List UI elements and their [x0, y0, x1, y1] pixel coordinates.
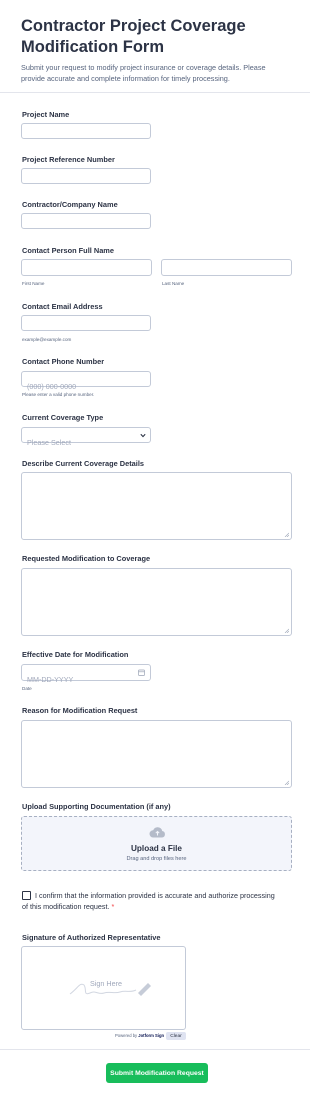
resize-grip-icon[interactable]	[284, 780, 289, 785]
reason-textarea[interactable]	[21, 720, 292, 788]
required-asterisk: *	[111, 902, 115, 911]
project-reference-input[interactable]	[21, 168, 151, 184]
coverage-type-placeholder: Please Select	[27, 438, 71, 447]
coverage-type-select[interactable]: Please Select	[21, 427, 151, 447]
reason-label: Reason for Modification Request	[22, 706, 138, 715]
powered-by: Powered by Jotform Sign	[115, 1033, 164, 1038]
company-name-label: Contractor/Company Name	[22, 200, 118, 209]
upload-label: Upload Supporting Documentation (if any)	[22, 802, 171, 811]
contact-name-label: Contact Person Full Name	[22, 246, 114, 255]
resize-grip-icon[interactable]	[284, 532, 289, 537]
project-reference-label: Project Reference Number	[22, 155, 115, 164]
powered-prefix: Powered by	[115, 1033, 138, 1038]
phone-label: Contact Phone Number	[22, 357, 105, 366]
project-name-label: Project Name	[22, 110, 70, 119]
signature-scribble-icon	[69, 983, 151, 996]
first-name-sublabel: First Name	[22, 281, 45, 286]
effective-date-label: Effective Date for Modification	[22, 650, 129, 659]
requested-mod-textarea[interactable]	[21, 568, 292, 636]
form-subtitle: Submit your request to modify project in…	[21, 63, 266, 83]
signature-label: Signature of Authorized Representative	[22, 933, 161, 942]
current-details-textarea[interactable]	[21, 472, 292, 540]
company-name-input[interactable]	[21, 213, 151, 229]
confirm-text: I confirm that the information provided …	[22, 891, 275, 911]
last-name-input[interactable]	[161, 259, 292, 276]
confirm-text-block: I confirm that the information provided …	[22, 890, 276, 912]
email-sublabel: example@example.com	[22, 337, 72, 342]
first-name-input[interactable]	[21, 259, 152, 276]
phone-sublabel: Please enter a valid phone number.	[22, 392, 95, 397]
submit-button[interactable]: Submit Modification Request	[106, 1063, 208, 1083]
form-title: Contractor Project Coverage Modification…	[21, 17, 246, 56]
date-sublabel: Date	[22, 686, 32, 691]
signature-pad[interactable]: Sign Here	[21, 946, 186, 1030]
requested-mod-label: Requested Modification to Coverage	[22, 554, 151, 563]
email-input[interactable]	[21, 315, 151, 331]
upload-title: Upload a File	[131, 844, 182, 853]
upload-dropzone[interactable]: Upload a File Drag and drop files here	[21, 816, 292, 871]
phone-input[interactable]: (000) 000-0000	[21, 371, 151, 391]
last-name-sublabel: Last Name	[162, 281, 185, 286]
clear-signature-button[interactable]: Clear	[166, 1032, 186, 1040]
resize-grip-icon[interactable]	[284, 628, 289, 633]
jotform-sign-logo: Jotform Sign	[138, 1033, 165, 1038]
effective-date-input[interactable]: MM-DD-YYYY	[21, 664, 151, 684]
coverage-type-label: Current Coverage Type	[22, 413, 104, 422]
date-placeholder: MM-DD-YYYY	[27, 675, 74, 684]
phone-placeholder: (000) 000-0000	[27, 382, 77, 391]
email-label: Contact Email Address	[22, 302, 103, 311]
chevron-down-icon	[140, 433, 146, 438]
project-name-input[interactable]	[21, 123, 151, 139]
calendar-icon[interactable]	[138, 669, 145, 676]
footer-divider	[0, 1049, 310, 1050]
form-header: Contractor Project Coverage Modification…	[0, 0, 310, 93]
current-details-label: Describe Current Coverage Details	[22, 459, 144, 468]
upload-hint: Drag and drop files here	[126, 856, 187, 862]
cloud-upload-icon	[149, 827, 165, 838]
